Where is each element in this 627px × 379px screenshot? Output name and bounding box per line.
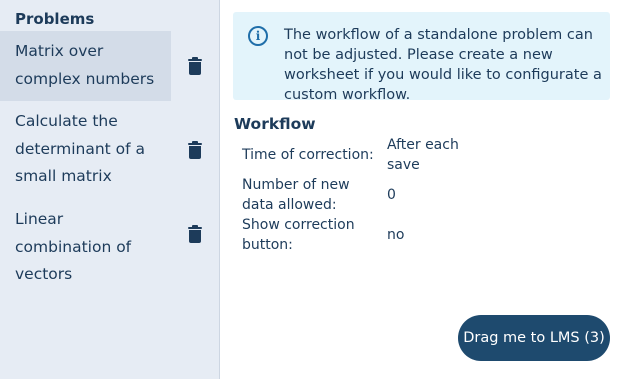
trash-icon[interactable] xyxy=(188,225,202,243)
drag-button-label: Drag me to LMS xyxy=(463,330,580,346)
workflow-title: Workflow xyxy=(234,115,316,133)
drag-to-lms-button[interactable]: Drag me to LMS (3) xyxy=(458,315,610,361)
sidebar-item-linear-combination[interactable]: Linear combination of vectors xyxy=(0,199,220,283)
time-of-correction-value: After each save xyxy=(387,137,459,173)
app-root: Problems Matrix over complex numbers Cal… xyxy=(0,0,627,379)
info-icon: i xyxy=(248,26,268,46)
trash-icon[interactable] xyxy=(188,57,202,75)
info-text: The workflow of a standalone problem can… xyxy=(284,27,602,103)
new-data-allowed-label: Number of new data allowed: xyxy=(242,177,350,213)
info-notice: i The workflow of a standalone problem c… xyxy=(233,12,610,103)
sidebar-item-determinant[interactable]: Calculate the determinant of a small mat… xyxy=(0,101,220,193)
drag-button-count: (3) xyxy=(584,330,605,346)
show-correction-button-label: Show correction button: xyxy=(242,217,355,253)
new-data-allowed-value: 0 xyxy=(387,187,396,203)
time-of-correction-label: Time of correction: xyxy=(242,147,374,163)
problems-sidebar: Problems Matrix over complex numbers Cal… xyxy=(0,0,220,379)
sidebar-item-matrix-complex[interactable]: Matrix over complex numbers xyxy=(0,31,220,101)
sidebar-item-label[interactable]: Linear combination of vectors xyxy=(0,199,171,283)
show-correction-button-value: no xyxy=(387,227,405,243)
trash-icon[interactable] xyxy=(188,141,202,159)
sidebar-title: Problems xyxy=(15,10,95,28)
sidebar-item-label[interactable]: Calculate the determinant of a small mat… xyxy=(0,101,171,193)
sidebar-item-label[interactable]: Matrix over complex numbers xyxy=(0,31,171,101)
